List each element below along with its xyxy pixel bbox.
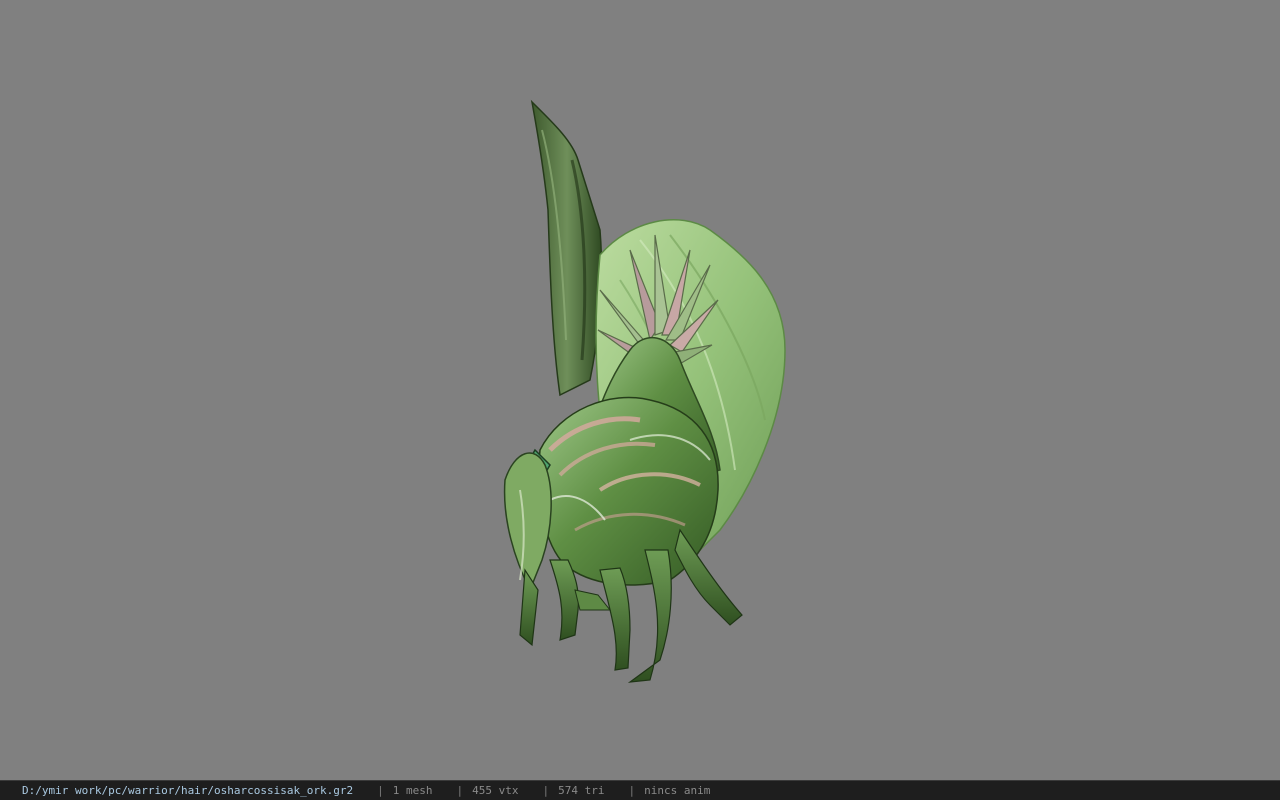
triangle-count: 574 tri [558,784,605,797]
animation-status: nincs anim [644,784,711,797]
3d-viewport[interactable] [0,0,1280,780]
status-bar: D:/ymir work/pc/warrior/hair/osharcossis… [0,780,1280,800]
separator: | [456,784,464,797]
mesh-count: 1 mesh [392,784,433,797]
file-path: D:/ymir work/pc/warrior/hair/osharcossis… [22,784,354,797]
separator: | [377,784,384,797]
vertex-count: 455 vtx [472,784,519,797]
hair-model-render[interactable] [480,90,820,700]
separator: | [542,784,550,797]
separator: | [628,784,636,797]
